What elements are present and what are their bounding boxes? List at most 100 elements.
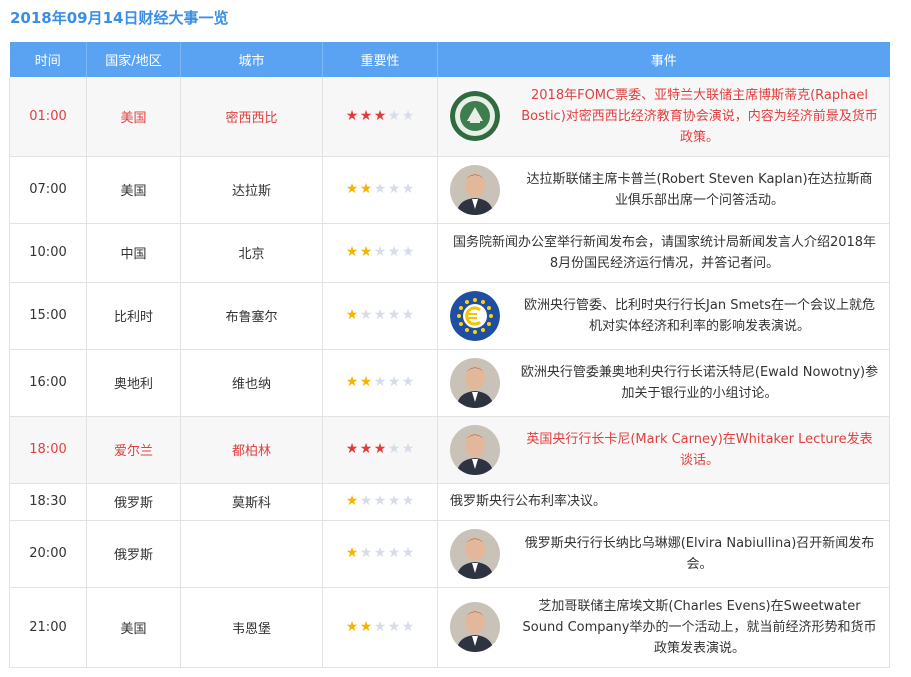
event-city: 达拉斯: [180, 156, 323, 224]
event-time: 15:00: [9, 282, 87, 350]
event-country: 比利时: [86, 282, 181, 350]
star-empty-icon: ★: [387, 545, 401, 561]
star-filled-icon: ★: [345, 493, 359, 509]
event-city: 莫斯科: [180, 483, 323, 521]
star-empty-icon: ★: [373, 307, 387, 323]
importance-rating: ★★★★★: [322, 416, 438, 484]
star-empty-icon: ★: [373, 374, 387, 390]
event-description: 达拉斯联储主席卡普兰(Robert Steven Kaplan)在达拉斯商业俱乐…: [526, 171, 873, 208]
star-filled-icon: ★: [359, 107, 373, 124]
event-city: 布鲁塞尔: [180, 282, 323, 350]
event-city: 韦恩堡: [180, 587, 323, 668]
star-empty-icon: ★: [401, 307, 415, 323]
event-time: 01:00: [9, 77, 87, 157]
event-description: 芝加哥联储主席埃文斯(Charles Evens)在Sweetwater Sou…: [522, 598, 877, 656]
importance-rating: ★★★★★: [322, 483, 438, 521]
event-time: 10:00: [9, 223, 87, 283]
star-empty-icon: ★: [387, 307, 401, 323]
event-cell: 欧洲央行管委兼奥地利央行行长诺沃特尼(Ewald Nowotny)参加关于银行业…: [437, 349, 890, 417]
table-row: 15:00 比利时 布鲁塞尔 ★★★★★ 欧洲央行管委、比利时央行行长Jan Smets…: [9, 282, 890, 350]
event-description: 俄罗斯央行公布利率决议。: [450, 494, 607, 509]
event-country: 俄罗斯: [86, 520, 181, 588]
star-empty-icon: ★: [401, 441, 415, 457]
star-filled-icon: ★: [359, 181, 373, 197]
euro-icon: [450, 290, 500, 341]
importance-rating: ★★★★★: [322, 282, 438, 350]
star-filled-icon: ★: [345, 374, 359, 390]
event-city: 密西西比: [180, 77, 323, 157]
star-filled-icon: ★: [359, 441, 373, 457]
event-cell: 俄罗斯央行行长纳比乌琳娜(Elvira Nabiullina)召开新闻发布会。: [437, 520, 890, 588]
star-filled-icon: ★: [373, 441, 387, 457]
event-cell: 芝加哥联储主席埃文斯(Charles Evens)在Sweetwater Sou…: [437, 587, 890, 668]
importance-rating: ★★★★★: [322, 223, 438, 283]
importance-rating: ★★★★★: [322, 520, 438, 588]
event-cell: 欧洲央行管委、比利时央行行长Jan Smets在一个会议上就危机对实体经济和利率…: [437, 282, 890, 350]
table-row: 18:30 俄罗斯 莫斯科 ★★★★★ 俄罗斯央行公布利率决议。: [9, 483, 890, 521]
event-time: 07:00: [9, 156, 87, 224]
event-description: 2018年FOMC票委、亚特兰大联储主席博斯蒂克(Raphael Bostic)…: [521, 87, 878, 145]
star-empty-icon: ★: [387, 181, 401, 197]
star-filled-icon: ★: [373, 107, 387, 124]
star-rating: ★★★★★: [345, 182, 415, 196]
table-row: 07:00 美国 达拉斯 ★★★★★ 达拉斯联储主席卡普兰(Robert Steven …: [9, 156, 890, 224]
star-empty-icon: ★: [387, 441, 401, 457]
star-empty-icon: ★: [373, 181, 387, 197]
header-city: 城市: [180, 42, 323, 77]
star-empty-icon: ★: [359, 493, 373, 509]
event-country: 中国: [86, 223, 181, 283]
star-rating: ★★★★★: [345, 546, 415, 560]
star-rating: ★★★★★: [345, 375, 415, 389]
event-description: 英国央行行长卡尼(Mark Carney)在Whitaker Lecture发表…: [526, 431, 873, 468]
star-filled-icon: ★: [359, 244, 373, 260]
star-rating: ★★★★★: [345, 245, 415, 259]
event-description: 俄罗斯央行行长纳比乌琳娜(Elvira Nabiullina)召开新闻发布会。: [524, 535, 875, 572]
star-empty-icon: ★: [373, 545, 387, 561]
event-country: 美国: [86, 77, 181, 157]
importance-rating: ★★★★★: [322, 587, 438, 668]
event-country: 美国: [86, 587, 181, 668]
importance-rating: ★★★★★: [322, 349, 438, 417]
event-time: 18:00: [9, 416, 87, 484]
star-empty-icon: ★: [387, 244, 401, 260]
events-table: 时间 国家/地区 城市 重要性 事件 01:00 美国 密西西比 ★★★★★ 2018年…: [9, 42, 890, 668]
star-empty-icon: ★: [387, 374, 401, 390]
star-empty-icon: ★: [401, 107, 415, 124]
star-empty-icon: ★: [387, 107, 401, 124]
portrait-icon: [450, 528, 500, 579]
star-empty-icon: ★: [401, 374, 415, 390]
star-filled-icon: ★: [345, 244, 359, 260]
event-country: 爱尔兰: [86, 416, 181, 484]
star-empty-icon: ★: [401, 244, 415, 260]
portrait-icon: [450, 602, 500, 652]
star-filled-icon: ★: [345, 307, 359, 323]
fed-seal-icon: [450, 91, 500, 142]
event-time: 21:00: [9, 587, 87, 668]
star-empty-icon: ★: [359, 545, 373, 561]
star-rating: ★★★★★: [345, 308, 415, 322]
star-empty-icon: ★: [359, 307, 373, 323]
star-empty-icon: ★: [373, 618, 387, 635]
table-header-row: 时间 国家/地区 城市 重要性 事件: [9, 42, 890, 77]
star-empty-icon: ★: [401, 181, 415, 197]
header-importance: 重要性: [322, 42, 438, 77]
star-filled-icon: ★: [345, 107, 359, 124]
star-rating: ★★★★★: [345, 494, 415, 508]
header-event: 事件: [437, 42, 890, 77]
portrait-icon: [450, 424, 500, 475]
star-empty-icon: ★: [401, 618, 415, 635]
star-empty-icon: ★: [373, 493, 387, 509]
table-row: 10:00 中国 北京 ★★★★★ 国务院新闻办公室举行新闻发布会，请国家统计局新闻发言…: [9, 223, 890, 283]
star-empty-icon: ★: [387, 493, 401, 509]
portrait-icon: [450, 357, 500, 408]
star-filled-icon: ★: [345, 545, 359, 561]
event-description: 欧洲央行管委、比利时央行行长Jan Smets在一个会议上就危机对实体经济和利率…: [524, 297, 875, 334]
importance-rating: ★★★★★: [322, 77, 438, 157]
header-country: 国家/地区: [86, 42, 181, 77]
importance-rating: ★★★★★: [322, 156, 438, 224]
event-cell: 俄罗斯央行公布利率决议。: [437, 483, 890, 521]
star-empty-icon: ★: [373, 244, 387, 260]
header-time: 时间: [9, 42, 87, 77]
event-country: 奥地利: [86, 349, 181, 417]
event-city: [180, 520, 323, 588]
